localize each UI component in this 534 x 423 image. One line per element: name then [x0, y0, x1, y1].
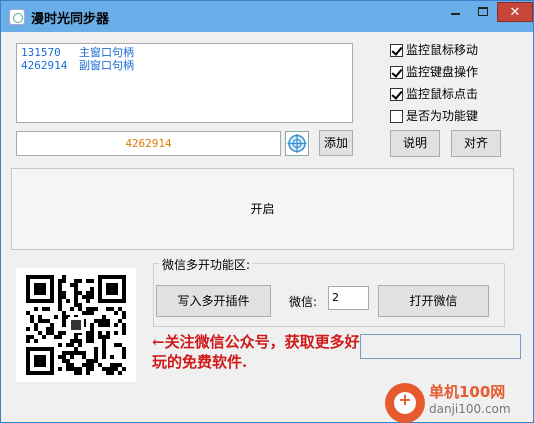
checkbox-function-key[interactable]: 是否为功能键: [390, 108, 478, 130]
start-button[interactable]: 开启: [11, 168, 514, 250]
write-plugin-button[interactable]: 写入多开插件: [156, 285, 271, 317]
client-area: 131570 主窗口句柄 4262914 副窗口句柄 监控鼠标移动 监控键盘操作 监…: [1, 32, 534, 423]
list-item[interactable]: 4262914 副窗口句柄: [21, 59, 348, 72]
promo-text: ←关注微信公众号，获取更多好玩的免费软件.: [152, 333, 360, 371]
crosshair-picker-button[interactable]: [285, 131, 309, 156]
watermark-name: 单机100网: [429, 383, 506, 401]
maximize-button[interactable]: [470, 2, 497, 22]
list-item-id: 4262914: [21, 59, 68, 72]
checkbox-monitor-mouse-move[interactable]: 监控鼠标移动: [390, 42, 478, 64]
group-title: 微信多开功能区:: [159, 256, 254, 273]
handle-list[interactable]: 131570 主窗口句柄 4262914 副窗口句柄: [16, 43, 353, 123]
checkbox-checked-icon: [390, 88, 403, 101]
window-title: 漫时光同步器: [31, 12, 110, 27]
checkbox-monitor-mouse-click[interactable]: 监控鼠标点击: [390, 86, 478, 108]
list-item-label: 副窗口句柄: [79, 59, 134, 72]
checkbox-checked-icon: [390, 66, 403, 79]
handle-input[interactable]: 4262914: [16, 131, 281, 156]
crosshair-icon: [287, 134, 307, 153]
status-field[interactable]: [360, 334, 521, 359]
list-item-id: 131570: [21, 46, 61, 59]
qr-code-image: [26, 275, 126, 375]
checkbox-monitor-keyboard[interactable]: 监控键盘操作: [390, 64, 478, 86]
watermark-url: danji100.com: [429, 402, 511, 416]
wechat-count-input[interactable]: 2: [328, 286, 369, 310]
monitor-options: 监控鼠标移动 监控键盘操作 监控鼠标点击 是否为功能键: [390, 42, 478, 130]
checkbox-label: 监控鼠标移动: [406, 43, 479, 57]
checkbox-unchecked-icon: [390, 110, 403, 123]
minimize-button[interactable]: [442, 2, 470, 22]
app-window: 漫时光同步器 ✕ 131570 主窗口句柄 4262914 副窗口句柄 监控鼠标移动…: [0, 0, 534, 423]
close-icon: ✕: [509, 5, 521, 20]
checkbox-label: 监控鼠标点击: [406, 87, 479, 101]
watermark: + 单机100网 danji100.com: [385, 380, 534, 423]
maximize-icon: [478, 7, 488, 16]
list-item-label: 主窗口句柄: [79, 46, 134, 59]
close-button[interactable]: ✕: [497, 2, 533, 22]
list-item[interactable]: 131570 主窗口句柄: [21, 46, 348, 59]
add-button[interactable]: 添加: [319, 130, 353, 156]
app-icon: [9, 9, 25, 25]
minimize-icon: [451, 13, 460, 15]
checkbox-label: 监控键盘操作: [406, 65, 479, 79]
checkbox-label: 是否为功能键: [406, 109, 479, 123]
align-button[interactable]: 对齐: [451, 130, 501, 157]
open-wechat-button[interactable]: 打开微信: [378, 285, 489, 317]
title-bar[interactable]: 漫时光同步器 ✕: [1, 1, 533, 32]
watermark-plus-icon: +: [398, 390, 412, 409]
qr-code: [16, 268, 136, 382]
help-button[interactable]: 说明: [390, 130, 440, 157]
checkbox-checked-icon: [390, 44, 403, 57]
wechat-count-label: 微信:: [289, 295, 318, 309]
